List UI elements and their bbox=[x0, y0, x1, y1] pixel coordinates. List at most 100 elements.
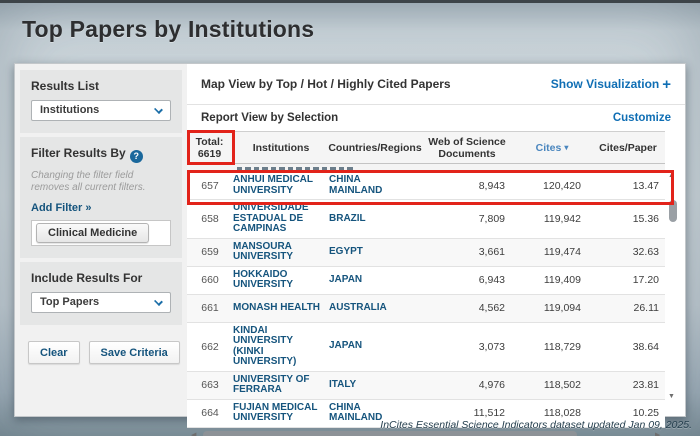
institution-link[interactable]: KINDAI UNIVERSITY (KINKI UNIVERSITY) bbox=[233, 323, 329, 371]
institution-link[interactable]: HOKKAIDO UNIVERSITY bbox=[233, 267, 329, 294]
show-visualization-button[interactable]: Show Visualization+ bbox=[551, 76, 671, 93]
table-row[interactable]: 661 MONASH HEALTH AUSTRALIA 4,562 119,09… bbox=[187, 295, 665, 323]
report-view-bar: Report View by Selection Customize bbox=[187, 104, 685, 131]
plus-icon: + bbox=[662, 76, 671, 93]
total-count: Total: 6619 bbox=[187, 132, 233, 163]
filter-input[interactable]: Clinical Medicine bbox=[31, 220, 171, 246]
column-header-cites-per-paper[interactable]: Cites/Paper bbox=[591, 142, 665, 154]
vertical-scrollbar[interactable]: ▲ ▼ bbox=[667, 164, 679, 404]
documents-cell: 6,943 bbox=[421, 271, 513, 289]
rank-cell: 660 bbox=[187, 271, 233, 289]
add-filter-link[interactable]: Add Filter » bbox=[31, 202, 171, 214]
filter-section: Filter Results By? Changing the filter f… bbox=[20, 137, 182, 258]
customize-button[interactable]: Customize bbox=[613, 112, 671, 124]
report-view-title: Report View by Selection bbox=[201, 112, 338, 124]
rank-cell: 658 bbox=[187, 210, 233, 228]
sort-desc-icon: ▾ bbox=[564, 142, 568, 154]
country-link[interactable]: AUSTRALIA bbox=[329, 300, 421, 317]
cites-per-paper-cell: 26.11 bbox=[591, 299, 665, 317]
documents-cell: 3,661 bbox=[421, 243, 513, 261]
window-top-edge bbox=[0, 0, 700, 3]
table-row[interactable]: 658 UNIVERSIDADE ESTADUAL DE CAMPINAS BR… bbox=[187, 200, 665, 239]
cites-per-paper-cell: 23.81 bbox=[591, 376, 665, 394]
page-title: Top Papers by Institutions bbox=[22, 16, 314, 43]
chevron-down-icon bbox=[154, 297, 163, 306]
results-list-section: Results List Institutions bbox=[20, 70, 182, 133]
include-results-label: Include Results For bbox=[31, 271, 171, 285]
help-icon[interactable]: ? bbox=[130, 150, 143, 163]
institution-link[interactable]: ANHUI MEDICAL UNIVERSITY bbox=[233, 172, 329, 199]
include-results-section: Include Results For Top Papers bbox=[20, 262, 182, 325]
map-view-bar: Map View by Top / Hot / Highly Cited Pap… bbox=[187, 64, 685, 104]
scroll-left-icon[interactable]: ◀ bbox=[191, 431, 196, 436]
country-link[interactable]: BRAZIL bbox=[329, 211, 421, 228]
app-window: Top Papers by Institutions Results List … bbox=[0, 0, 700, 436]
documents-cell: 8,943 bbox=[421, 177, 513, 195]
country-link[interactable]: CHINA MAINLAND bbox=[329, 172, 421, 199]
filter-label: Filter Results By? bbox=[31, 146, 171, 163]
clipped-text-fragment bbox=[237, 167, 355, 170]
institution-link[interactable]: UNIVERSITY OF FERRARA bbox=[233, 372, 329, 399]
partially-scrolled-row bbox=[187, 164, 665, 172]
column-header-cites[interactable]: Cites▾ bbox=[513, 142, 591, 154]
rank-cell: 662 bbox=[187, 338, 233, 356]
table-row[interactable]: 662 KINDAI UNIVERSITY (KINKI UNIVERSITY)… bbox=[187, 323, 665, 372]
scroll-right-icon[interactable]: ▶ bbox=[655, 431, 660, 436]
map-view-title: Map View by Top / Hot / Highly Cited Pap… bbox=[201, 77, 451, 91]
sidebar: Results List Institutions Filter Results… bbox=[15, 64, 187, 416]
clear-button[interactable]: Clear bbox=[28, 341, 80, 364]
cites-per-paper-cell: 15.36 bbox=[591, 210, 665, 228]
rank-cell: 659 bbox=[187, 243, 233, 261]
institution-link[interactable]: MONASH HEALTH bbox=[233, 300, 329, 317]
cites-cell: 119,094 bbox=[513, 299, 591, 317]
cites-per-paper-cell: 32.63 bbox=[591, 243, 665, 261]
table-row[interactable]: 660 HOKKAIDO UNIVERSITY JAPAN 6,943 119,… bbox=[187, 267, 665, 295]
cites-cell: 119,409 bbox=[513, 271, 591, 289]
documents-cell: 3,073 bbox=[421, 338, 513, 356]
vertical-scrollbar-thumb[interactable] bbox=[669, 200, 677, 222]
rank-cell: 657 bbox=[187, 177, 233, 195]
horizontal-scrollbar-thumb[interactable] bbox=[203, 431, 577, 436]
cites-per-paper-cell: 17.20 bbox=[591, 271, 665, 289]
institution-link[interactable]: MANSOURA UNIVERSITY bbox=[233, 239, 329, 266]
rank-cell: 661 bbox=[187, 299, 233, 317]
results-list-label: Results List bbox=[31, 79, 171, 93]
rank-cell: 663 bbox=[187, 376, 233, 394]
filter-chip-clinical-medicine[interactable]: Clinical Medicine bbox=[36, 223, 149, 243]
cites-per-paper-cell: 38.64 bbox=[591, 338, 665, 356]
column-header-institutions[interactable]: Institutions bbox=[233, 142, 329, 154]
include-results-dropdown[interactable]: Top Papers bbox=[31, 292, 171, 313]
main-content: Map View by Top / Hot / Highly Cited Pap… bbox=[187, 64, 685, 416]
filter-note: Changing the filter field removes all cu… bbox=[31, 170, 171, 194]
cites-cell: 118,502 bbox=[513, 376, 591, 394]
table-row[interactable]: 657 ANHUI MEDICAL UNIVERSITY CHINA MAINL… bbox=[187, 172, 665, 200]
chevron-down-icon bbox=[154, 105, 163, 114]
column-header-countries[interactable]: Countries/Regions bbox=[329, 142, 421, 154]
table-row[interactable]: 663 UNIVERSITY OF FERRARA ITALY 4,976 11… bbox=[187, 372, 665, 400]
country-link[interactable]: JAPAN bbox=[329, 338, 421, 355]
dataset-update-note: InCites Essential Science Indicators dat… bbox=[380, 419, 692, 431]
cites-cell: 118,729 bbox=[513, 338, 591, 356]
content-panel: Results List Institutions Filter Results… bbox=[14, 63, 686, 417]
documents-cell: 7,809 bbox=[421, 210, 513, 228]
scroll-up-icon[interactable]: ▲ bbox=[668, 172, 675, 179]
table-row[interactable]: 659 MANSOURA UNIVERSITY EGYPT 3,661 119,… bbox=[187, 239, 665, 267]
documents-cell: 4,562 bbox=[421, 299, 513, 317]
sidebar-buttons: Clear Save Criteria bbox=[15, 329, 187, 364]
scroll-down-icon[interactable]: ▼ bbox=[668, 393, 675, 400]
results-list-dropdown[interactable]: Institutions bbox=[31, 100, 171, 121]
cites-cell: 119,942 bbox=[513, 210, 591, 228]
country-link[interactable]: EGYPT bbox=[329, 244, 421, 261]
save-criteria-button[interactable]: Save Criteria bbox=[89, 341, 180, 364]
institution-link[interactable]: UNIVERSIDADE ESTADUAL DE CAMPINAS bbox=[233, 200, 329, 238]
country-link[interactable]: JAPAN bbox=[329, 272, 421, 289]
include-results-value: Top Papers bbox=[40, 296, 99, 308]
results-table: Total: 6619 Institutions Countries/Regio… bbox=[187, 131, 665, 436]
institution-link[interactable]: FUJIAN MEDICAL UNIVERSITY bbox=[233, 400, 329, 427]
cites-cell: 120,420 bbox=[513, 177, 591, 195]
column-header-documents[interactable]: Web of Science Documents bbox=[421, 136, 513, 160]
rank-cell: 664 bbox=[187, 404, 233, 422]
documents-cell: 4,976 bbox=[421, 376, 513, 394]
country-link[interactable]: ITALY bbox=[329, 377, 421, 394]
cites-cell: 119,474 bbox=[513, 243, 591, 261]
